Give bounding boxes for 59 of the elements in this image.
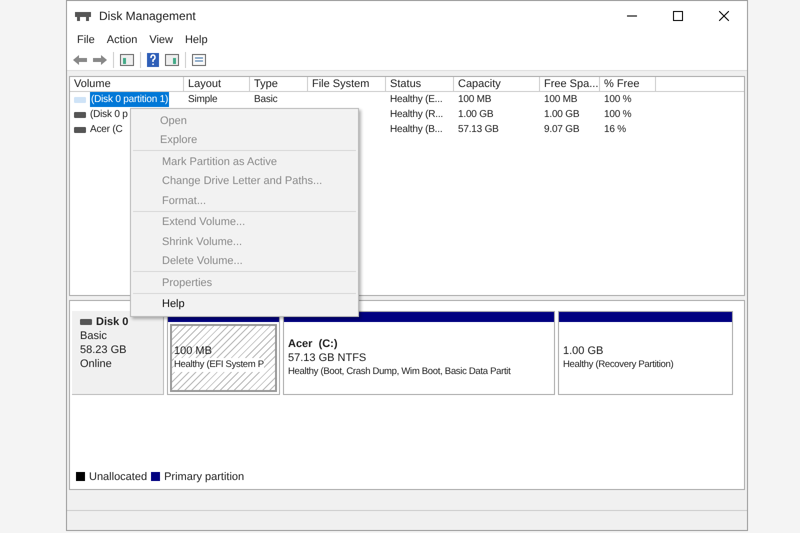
column-header[interactable]: Type <box>250 77 308 91</box>
column-header[interactable]: Status <box>386 77 454 91</box>
partition-block[interactable]: Acer (C:) 57.13 GB NTFS Healthy (Boot, Crash Dump, Wim Boot, Basic Data Partit <box>283 311 555 395</box>
table-cell-text: 9.07 GB <box>544 123 580 137</box>
table-cell-text: Healthy (R... <box>390 108 443 122</box>
table-cell-text: 100 % <box>604 93 632 107</box>
partition-block[interactable]: 1.00 GB Healthy (Recovery Partition) <box>558 311 733 395</box>
disk-size: 58.23 GB <box>80 343 128 357</box>
partition-size: 100 MB <box>174 344 213 358</box>
table-cell-text: Healthy (E... <box>390 93 442 107</box>
partition-size: 57.13 GB NTFS <box>288 351 368 365</box>
console-tree-icon[interactable] <box>120 54 134 66</box>
drive-icon <box>74 96 86 102</box>
disk-type: Basic <box>80 329 108 343</box>
menu-item[interactable]: Help <box>178 32 214 48</box>
forward-icon[interactable] <box>93 54 107 66</box>
menu-item[interactable]: Action <box>100 32 144 48</box>
table-cell-text: Healthy (B... <box>390 123 442 137</box>
table-cell-text: Acer (C <box>90 123 122 137</box>
legend-label: Unallocated <box>89 470 148 484</box>
partition-name: Acer (C:) <box>288 337 339 351</box>
table-cell-text: 100 MB <box>458 93 492 107</box>
table-cell-text: 1.00 GB <box>458 108 494 122</box>
column-header[interactable]: Capacity <box>454 77 540 91</box>
table-cell-text: 100 MB <box>544 93 578 107</box>
column-header[interactable]: File System <box>308 77 386 91</box>
table-cell-text: 57.13 GB <box>458 123 499 137</box>
partition-status: Healthy (EFI System P <box>174 358 264 372</box>
table-cell-text: (Disk 0 p <box>90 108 128 122</box>
properties-icon[interactable] <box>192 54 206 66</box>
app-icon <box>75 10 91 22</box>
legend-label: Primary partition <box>164 470 244 484</box>
table-cell-text: Basic <box>254 93 278 107</box>
partition-size: 1.00 GB <box>563 344 604 358</box>
table-cell: (Disk 0 partition 1) <box>90 92 170 107</box>
column-header[interactable]: Free Spa... <box>540 77 600 91</box>
partition-status: Healthy (Boot, Crash Dump, Wim Boot, Basic Data Partit <box>288 365 510 379</box>
action-pane-icon[interactable] <box>165 54 179 66</box>
maximize-icon <box>673 11 683 21</box>
help-icon[interactable] <box>147 52 159 66</box>
window-title: Disk Management <box>99 8 196 25</box>
column-header[interactable]: Layout <box>184 77 250 91</box>
drive-icon <box>80 319 92 325</box>
table-cell-text: 1.00 GB <box>544 108 580 122</box>
partition-status: Healthy (Recovery Partition) <box>563 358 674 372</box>
drive-icon <box>74 126 86 132</box>
column-header[interactable]: % Free <box>600 77 656 91</box>
table-cell-text: 16 % <box>604 123 626 137</box>
menu-item[interactable]: File <box>71 32 101 48</box>
disk-name: Disk 0 <box>96 315 128 329</box>
disk-state: Online <box>80 357 113 371</box>
table-cell-text: 100 % <box>604 108 632 122</box>
context-menu-item[interactable]: Help <box>133 294 356 314</box>
menu-item[interactable]: View <box>143 32 179 48</box>
close-icon <box>719 11 729 21</box>
table-cell-text: Simple <box>188 93 218 107</box>
back-icon[interactable] <box>73 54 87 66</box>
drive-icon <box>74 112 86 118</box>
column-header[interactable]: Volume <box>70 77 184 91</box>
